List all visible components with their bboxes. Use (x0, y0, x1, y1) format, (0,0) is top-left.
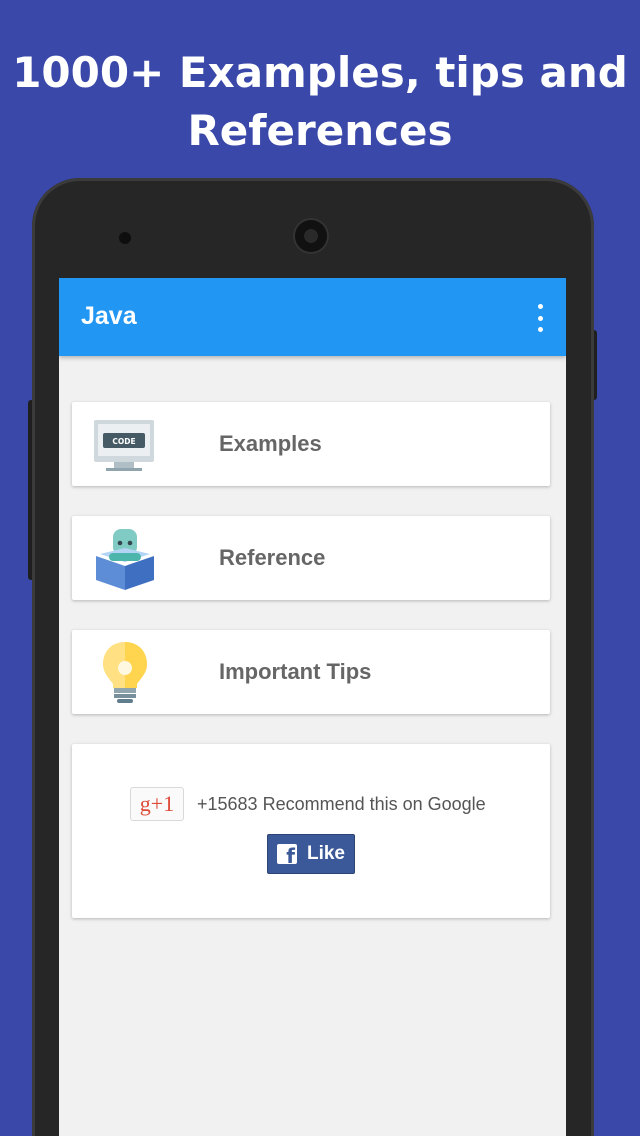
facebook-logo-letter: f (286, 844, 295, 868)
reader-book-icon (96, 529, 154, 590)
earpiece-speaker (295, 220, 327, 252)
headline-line-1: 1000+ Examples, tips and (12, 48, 628, 97)
social-card: g+1 +15683 Recommend this on Google f Li… (72, 744, 550, 918)
promo-headline: 1000+ Examples, tips and References (0, 44, 640, 160)
menu-card-important-tips[interactable]: Important Tips (72, 630, 550, 714)
menu-label-reference: Reference (219, 545, 326, 570)
code-icon-text: CODE (112, 437, 135, 446)
lightbulb-icon (103, 642, 147, 703)
more-vert-icon[interactable] (532, 304, 548, 332)
menu-label-important-tips: Important Tips (219, 659, 372, 684)
menu-label-examples: Examples (219, 431, 322, 456)
facebook-like-button[interactable]: f Like (267, 834, 355, 874)
code-monitor-icon: CODE (94, 420, 154, 471)
facebook-icon: f (276, 844, 297, 868)
menu-card-reference[interactable]: Reference (72, 516, 550, 600)
app-screen: Java CODE Examples Reference Important T… (59, 278, 566, 1136)
front-camera (119, 232, 131, 244)
headline-line-2: References (187, 106, 453, 155)
gplus-one-button[interactable]: g+1 (130, 787, 184, 821)
phone-frame: Java CODE Examples Reference Important T… (32, 178, 594, 1136)
gplus-row: g+1 +15683 Recommend this on Google (130, 787, 486, 821)
menu-card-examples[interactable]: CODE Examples (72, 402, 550, 486)
facebook-like-label: Like (306, 843, 346, 864)
promo-page: 1000+ Examples, tips and References Java… (0, 0, 640, 1136)
app-bar: Java (59, 278, 566, 356)
gplus-recommend-text: +15683 Recommend this on Google (197, 793, 486, 814)
app-title: Java (81, 302, 137, 330)
